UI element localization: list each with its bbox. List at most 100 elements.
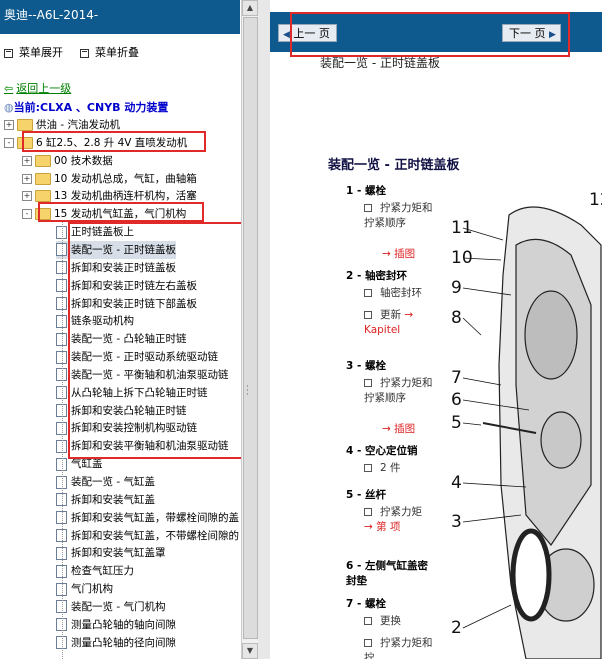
callout-label: 11 bbox=[451, 218, 473, 238]
collapse-toggle-icon[interactable]: - bbox=[4, 137, 14, 148]
document-title: 装配一览 - 正时链盖板 bbox=[328, 158, 460, 173]
tree-item-label: 拆卸和安装气缸盖罩 bbox=[71, 547, 166, 560]
note-text: 拧紧力矩和拧紧顺序 bbox=[364, 377, 433, 404]
note-text: 更换 bbox=[380, 615, 401, 627]
scroll-thumb[interactable] bbox=[243, 17, 258, 639]
tree-document-item[interactable]: 测量凸轮轴的轴向间隙 bbox=[56, 616, 176, 634]
bullet-icon bbox=[364, 508, 372, 516]
part-heading: 6 - 左侧气缸盖密封垫 bbox=[346, 558, 436, 588]
callout-label: 8 bbox=[451, 308, 462, 328]
callout-label: 2 bbox=[451, 618, 462, 638]
part-number: 6 - bbox=[346, 560, 365, 572]
tree-document-item[interactable]: 拆卸和安装气缸盖，不带螺栓间隙的 bbox=[56, 527, 239, 545]
menu-expand-button[interactable]: 菜单展开 bbox=[4, 44, 63, 60]
callout-label: 6 bbox=[451, 390, 462, 410]
tree-document-item[interactable]: 拆卸和安装气缸盖，带螺栓间隙的盖 bbox=[56, 509, 239, 527]
note-text: 拧紧力矩和拧紧顺序 bbox=[364, 202, 433, 229]
tree-item-label: 拆卸和安装气缸盖，不带螺栓间隙的 bbox=[71, 529, 239, 542]
scroll-down-icon[interactable]: ▼ bbox=[242, 643, 258, 659]
part-name: 螺栓 bbox=[364, 185, 386, 197]
expand-all-icon bbox=[4, 48, 13, 58]
note-text: 拧紧力矩 bbox=[380, 506, 422, 518]
bullet-icon bbox=[364, 289, 372, 297]
collapse-toggle-icon[interactable]: - bbox=[22, 209, 32, 220]
note-text: 更新 bbox=[380, 309, 401, 321]
tree-document-item[interactable]: 装配一览 - 气缸盖 bbox=[56, 473, 155, 491]
callout-label: 10 bbox=[451, 248, 473, 268]
tree-item-label: 供油 - 汽油发动机 bbox=[36, 119, 120, 131]
part-note: 拧紧力矩和拧紧顺序 bbox=[364, 201, 434, 231]
back-link[interactable]: ⇦ 返回上一级 bbox=[4, 80, 71, 96]
part-note: 轴密封环 bbox=[364, 286, 434, 301]
tree-document-item[interactable]: 装配一览 - 气门机构 bbox=[56, 598, 165, 616]
part-heading: 5 - 丝杆 bbox=[346, 487, 386, 502]
tree-item-label: 装配一览 - 气门机构 bbox=[71, 600, 166, 613]
back-arrow-icon: ⇦ bbox=[4, 82, 14, 95]
annotation-box-chain-docs bbox=[68, 222, 254, 459]
part-number: 4 - bbox=[346, 445, 365, 457]
tree-document-item[interactable]: 拆卸和安装气缸盖 bbox=[56, 491, 155, 509]
part-note: 2 件 bbox=[364, 461, 434, 476]
note-text: 轴密封环 bbox=[380, 287, 422, 299]
page-subheader: 装配一览 - 正时链盖板 bbox=[320, 56, 440, 70]
timing-chain-cover-diagram: 12 11 10 9 8 76 5 4 3 2 bbox=[451, 190, 602, 659]
part-name: 空心定位销 bbox=[364, 445, 418, 457]
part-note: 拧紧力矩 → 第 项 bbox=[364, 505, 434, 535]
reference-link[interactable]: → 第 项 bbox=[364, 521, 400, 533]
pane-title: 奥迪--A6L-2014- bbox=[0, 0, 240, 34]
part-number: 1 - bbox=[346, 185, 365, 197]
collapse-all-icon bbox=[80, 48, 89, 58]
part-name: 螺栓 bbox=[364, 360, 386, 372]
callout-label: 4 bbox=[451, 473, 462, 493]
part-note: 更新 → Kapitel bbox=[364, 308, 434, 338]
tree-folder-item[interactable]: +00 技术数据 bbox=[22, 152, 113, 170]
triangle-left-icon: ◀ bbox=[283, 30, 290, 40]
splitter-grip[interactable]: · · · bbox=[246, 383, 249, 400]
part-note: 更换 bbox=[364, 614, 434, 629]
annotation-box-section15 bbox=[38, 202, 204, 222]
annotation-box-nav bbox=[290, 12, 570, 57]
part-heading: 3 - 螺栓 bbox=[346, 358, 386, 373]
folder-icon bbox=[35, 154, 51, 167]
part-heading: 4 - 空心定位销 bbox=[346, 443, 417, 458]
tree-document-item[interactable]: 拆卸和安装气缸盖罩 bbox=[56, 544, 166, 562]
menu-collapse-button[interactable]: 菜单折叠 bbox=[80, 44, 139, 60]
expand-toggle-icon[interactable]: + bbox=[22, 173, 32, 184]
tree-guide-line bbox=[62, 222, 63, 659]
tree-document-item[interactable]: 气门机构 bbox=[56, 580, 113, 598]
location-pin-icon: ◍ bbox=[4, 101, 14, 114]
scroll-up-icon[interactable]: ▲ bbox=[242, 0, 258, 16]
tree-scrollbar[interactable]: ▲ ▼ bbox=[241, 0, 258, 659]
navigation-pane: 奥迪--A6L-2014- 菜单展开 菜单折叠 ⇦ 返回上一级 ◍当前:CLXA … bbox=[0, 0, 259, 659]
tree-item-label: 13 发动机曲柄连杆机构，活塞 bbox=[54, 190, 197, 203]
folder-icon bbox=[17, 119, 33, 131]
tree-item-label: 测量凸轮轴的轴向间隙 bbox=[71, 618, 176, 631]
tree-document-item[interactable]: 测量凸轮轴的径向间隙 bbox=[56, 634, 176, 652]
part-number: 5 - bbox=[346, 489, 365, 501]
current-location: ◍当前:CLXA 、CNYB 动力装置 bbox=[4, 101, 169, 114]
reference-link[interactable]: → 插图 bbox=[382, 248, 415, 260]
part-heading: 1 - 螺栓 bbox=[346, 183, 386, 198]
expand-toggle-icon[interactable]: + bbox=[4, 120, 14, 130]
tree-folder-item[interactable]: +10 发动机总成，气缸，曲轴箱 bbox=[22, 170, 197, 188]
reference-link[interactable]: → 插图 bbox=[382, 423, 415, 435]
part-heading: 7 - 螺栓 bbox=[346, 596, 386, 611]
tree-item-label: 拆卸和安装气缸盖 bbox=[71, 493, 155, 506]
bullet-icon bbox=[364, 311, 372, 319]
tree-item-label: 测量凸轮轴的径向间隙 bbox=[71, 636, 176, 649]
note-text: 拧紧力矩和拧 bbox=[364, 637, 433, 659]
tree-item-label: 气缸盖 bbox=[71, 458, 103, 471]
content-pane: ◀ 上一 页 下一 页 ▶ 装配一览 - 正时链盖板 装配一览 - 正时链盖板 … bbox=[270, 0, 602, 659]
part-note: 拧紧力矩和拧 bbox=[364, 636, 434, 659]
tree-document-item[interactable]: 检查气缸压力 bbox=[56, 562, 134, 580]
part-name: 螺栓 bbox=[364, 598, 386, 610]
bullet-icon bbox=[364, 617, 372, 625]
tree-item-label: 装配一览 - 气缸盖 bbox=[71, 476, 155, 488]
expand-toggle-icon[interactable]: + bbox=[22, 155, 32, 166]
callout-label: 7 bbox=[451, 368, 462, 388]
part-heading: 2 - 轴密封环 bbox=[346, 268, 407, 283]
tree-item-label: 10 发动机总成，气缸，曲轴箱 bbox=[54, 172, 197, 185]
pane-splitter[interactable] bbox=[258, 0, 270, 659]
callout-label: 3 bbox=[451, 512, 462, 532]
expand-toggle-icon[interactable]: + bbox=[22, 191, 32, 202]
